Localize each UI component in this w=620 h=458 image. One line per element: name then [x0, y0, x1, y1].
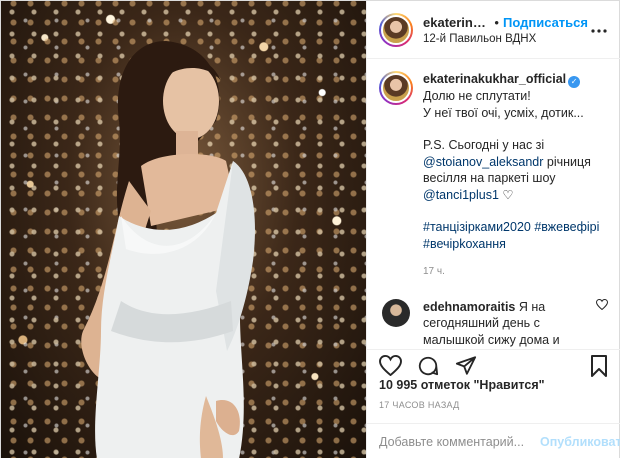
hashtag-link-2[interactable]: #вжевефірі	[534, 220, 599, 234]
author-username-link[interactable]: ekaterinakukhar_ol	[423, 15, 490, 30]
comment-input[interactable]	[379, 434, 540, 449]
mention-link-1[interactable]: @stoianov_aleksandr	[423, 155, 543, 169]
commenter-username-link[interactable]: edehnamoraitis	[423, 300, 515, 314]
caption-line1: Долю не сплутати!	[423, 89, 531, 103]
caption-author-avatar-ring[interactable]	[379, 71, 413, 105]
more-horizontal-icon[interactable]	[588, 21, 610, 39]
author-avatar-ring[interactable]	[379, 12, 413, 47]
caption-body: ekaterinakukhar_official ✓ Долю не сплута…	[423, 71, 610, 281]
woman-in-white-dress-figure	[81, 41, 255, 458]
likes-count[interactable]: 10 995 отметок "Нравится"	[379, 378, 545, 392]
caption-author-avatar[interactable]	[381, 73, 411, 103]
add-comment-bar: Опубликовать	[367, 423, 620, 458]
comment-body: edehnamoraitis Я на сегодняшний день с м…	[423, 299, 590, 350]
mention-link-2[interactable]: @tanci1plus1	[423, 188, 499, 202]
follow-button[interactable]: Подписаться	[503, 15, 588, 30]
instagram-post: ekaterinakukhar_ol • Подписаться 12-й Па…	[0, 0, 620, 458]
save-bookmark-icon[interactable]	[586, 354, 612, 378]
header-separator: •	[494, 14, 499, 30]
post-actions-bar	[367, 349, 620, 377]
caption-username-link[interactable]: ekaterinakukhar_official	[423, 72, 566, 86]
commenter-avatar[interactable]	[382, 298, 410, 327]
caption-ps-prefix: P.S. Сьогодні у нас зі	[423, 138, 545, 152]
comment-item: edehnamoraitis Я на сегодняшний день с м…	[379, 298, 610, 350]
like-heart-icon[interactable]	[377, 354, 403, 378]
publish-button[interactable]: Опубликовать	[540, 435, 620, 449]
hashtag-link-3[interactable]: #вечірkохання	[423, 237, 506, 251]
comment-like-heart-icon[interactable]	[595, 298, 610, 313]
posted-time[interactable]: 17 ЧАСОВ НАЗАД	[379, 400, 460, 410]
caption-first-line: ekaterinakukhar_official ✓ Долю не сплута…	[423, 71, 610, 105]
caption-ps: P.S. Сьогодні у нас зі @stoianov_aleksan…	[423, 137, 610, 203]
comment-bubble-icon[interactable]	[415, 354, 441, 378]
hashtag-link-1[interactable]: #танцізіркам​и2020	[423, 220, 531, 234]
caption-ps-suffix: ♡	[498, 187, 514, 202]
share-paper-plane-icon[interactable]	[453, 354, 479, 378]
caption-timestamp[interactable]: 17 ч.	[423, 264, 610, 281]
post-photo[interactable]	[1, 1, 366, 458]
header-line: ekaterinakukhar_ol • Подписаться	[423, 15, 588, 30]
author-avatar[interactable]	[381, 14, 411, 45]
post-side-panel: ekaterinakukhar_ol • Подписаться 12-й Па…	[366, 1, 620, 458]
caption-line2: У неї твої очі, усміх, дотик...	[423, 105, 584, 120]
header-text: ekaterinakukhar_ol • Подписаться 12-й Па…	[423, 15, 588, 45]
post-header: ekaterinakukhar_ol • Подписаться 12-й Па…	[367, 1, 620, 59]
caption-hashtags: #танцізіркам​и2020 #вжевефірі #вечірkоха…	[423, 219, 610, 252]
verified-badge-icon: ✓	[568, 76, 581, 88]
post-caption: ekaterinakukhar_official ✓ Долю не сплута…	[379, 71, 610, 281]
comments-scroll-area[interactable]: ekaterinakukhar_official ✓ Долю не сплута…	[367, 59, 620, 349]
location-link[interactable]: 12-й Павильон ВДНХ	[423, 33, 588, 45]
